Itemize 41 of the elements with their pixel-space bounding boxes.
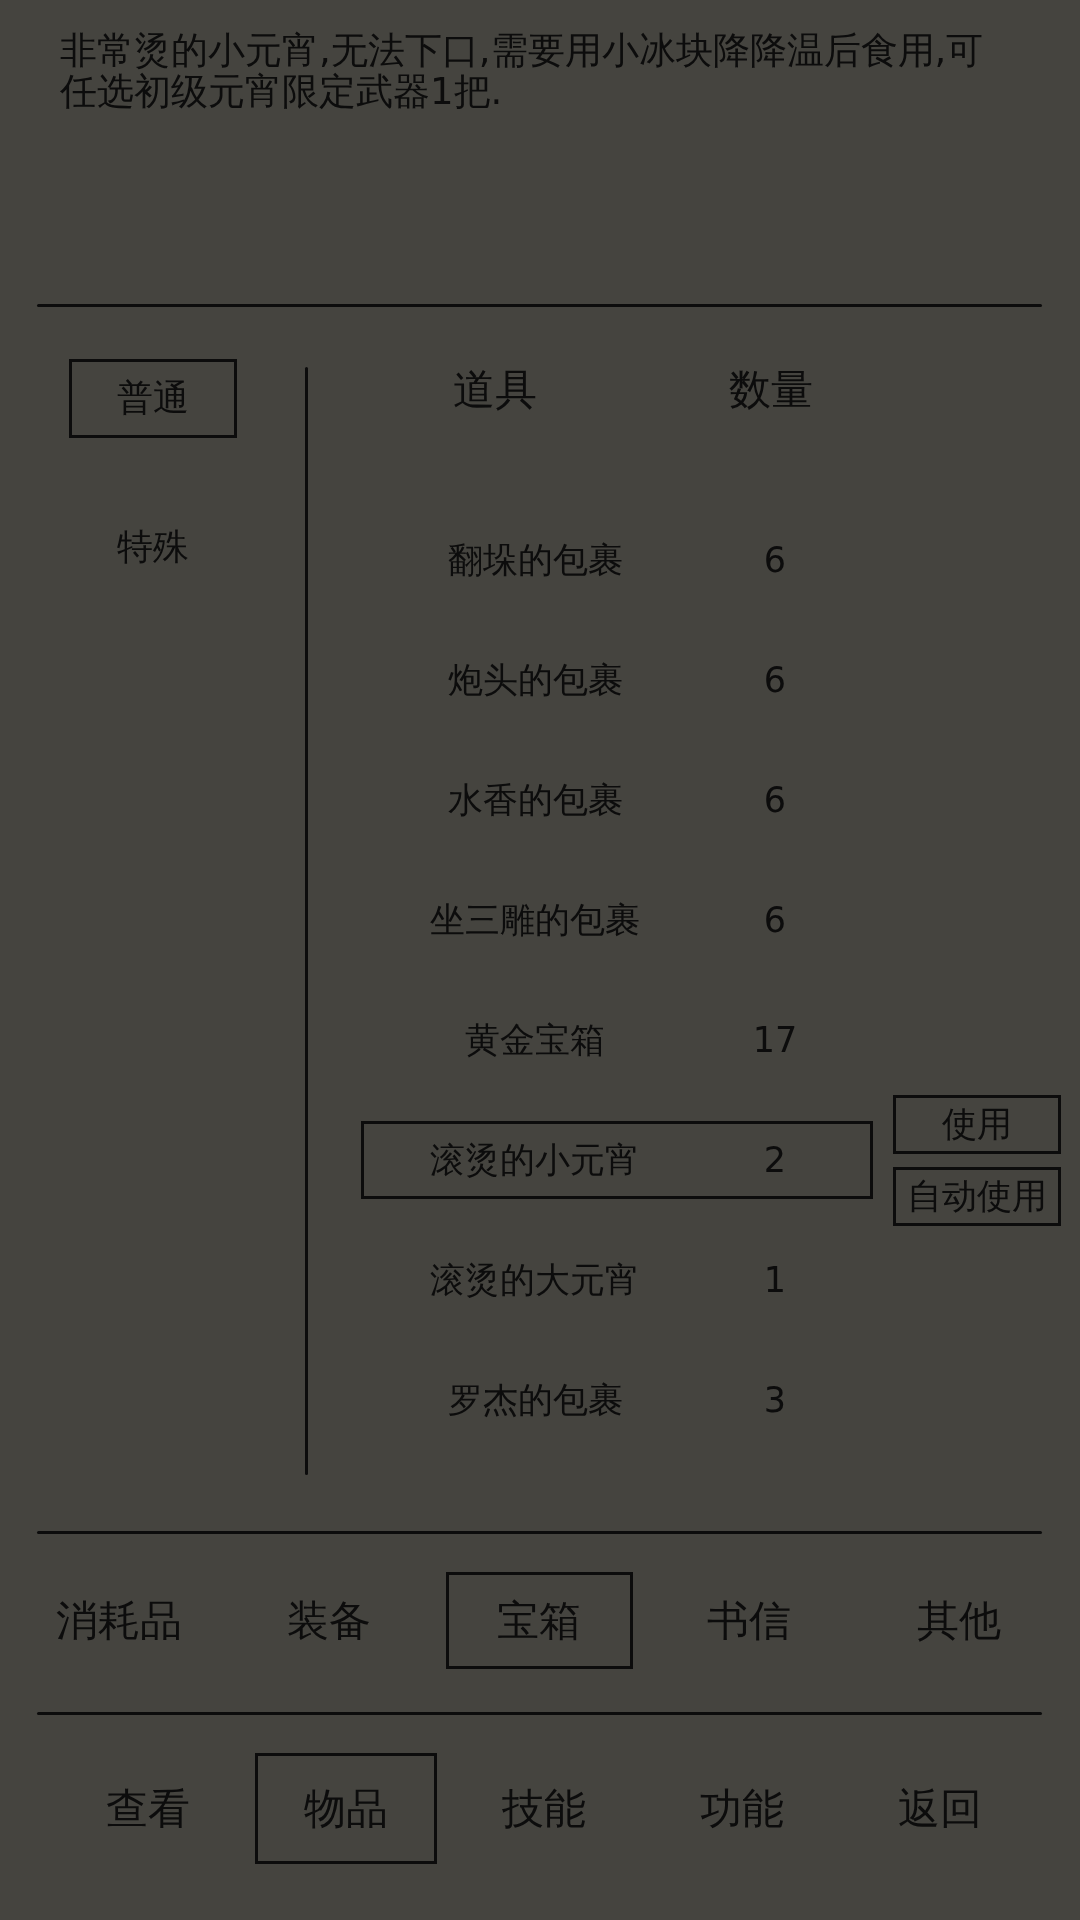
item-count: 6	[762, 900, 788, 940]
column-header: 道具	[453, 366, 537, 414]
item-name: 滚烫的小元宵	[429, 1138, 641, 1182]
item-count: 6	[762, 540, 788, 580]
sidebar-tab[interactable]: 特殊	[68, 508, 237, 587]
item-row[interactable]: 水香的包裹 6	[361, 761, 873, 839]
sidebar-tab[interactable]: 普通	[68, 359, 237, 438]
item-name: 坐三雕的包裹	[429, 898, 641, 942]
item-row[interactable]: 翻垛的包裹 6	[361, 521, 873, 599]
item-row[interactable]: 黄金宝箱 17	[361, 1001, 873, 1079]
item-count: 17	[751, 1020, 799, 1060]
item-count: 3	[762, 1380, 788, 1420]
item-count: 6	[762, 780, 788, 820]
use-button[interactable]: 使用	[893, 1094, 1061, 1154]
nav-tab[interactable]: 返回	[849, 1753, 1031, 1864]
item-name: 水香的包裹	[446, 778, 624, 822]
item-name: 黄金宝箱	[464, 1018, 606, 1062]
item-name: 滚烫的大元宵	[429, 1258, 641, 1302]
item-name: 罗杰的包裹	[446, 1378, 624, 1422]
category-tab[interactable]: 装备	[235, 1572, 423, 1669]
nav-tab[interactable]: 物品	[255, 1753, 437, 1864]
item-count: 2	[762, 1140, 788, 1180]
item-name: 炮头的包裹	[446, 658, 624, 702]
category-tab[interactable]: 消耗品	[25, 1572, 213, 1669]
item-name: 翻垛的包裹	[446, 538, 624, 582]
nav-tab[interactable]: 技能	[453, 1753, 635, 1864]
category-tab[interactable]: 书信	[655, 1572, 843, 1669]
nav-tab[interactable]: 查看	[57, 1753, 239, 1864]
auto-use-button[interactable]: 自动使用	[893, 1166, 1061, 1226]
item-description: 非常烫的小元宵,无法下口,需要用小冰块降降温后食用,可任选初级元宵限定武器1把.	[60, 30, 985, 112]
item-count: 1	[762, 1260, 788, 1300]
item-row[interactable]: 罗杰的包裹 3	[361, 1361, 873, 1439]
item-count: 6	[762, 660, 788, 700]
item-row[interactable]: 炮头的包裹 6	[361, 641, 873, 719]
category-tab[interactable]: 宝箱	[445, 1572, 633, 1669]
item-row[interactable]: 坐三雕的包裹 6	[361, 881, 873, 959]
category-tab[interactable]: 其他	[865, 1572, 1053, 1669]
item-row[interactable]: 滚烫的大元宵 1	[361, 1241, 873, 1319]
nav-tab[interactable]: 功能	[651, 1753, 833, 1864]
column-header: 数量	[729, 366, 813, 414]
item-row[interactable]: 滚烫的小元宵 2	[361, 1121, 873, 1199]
